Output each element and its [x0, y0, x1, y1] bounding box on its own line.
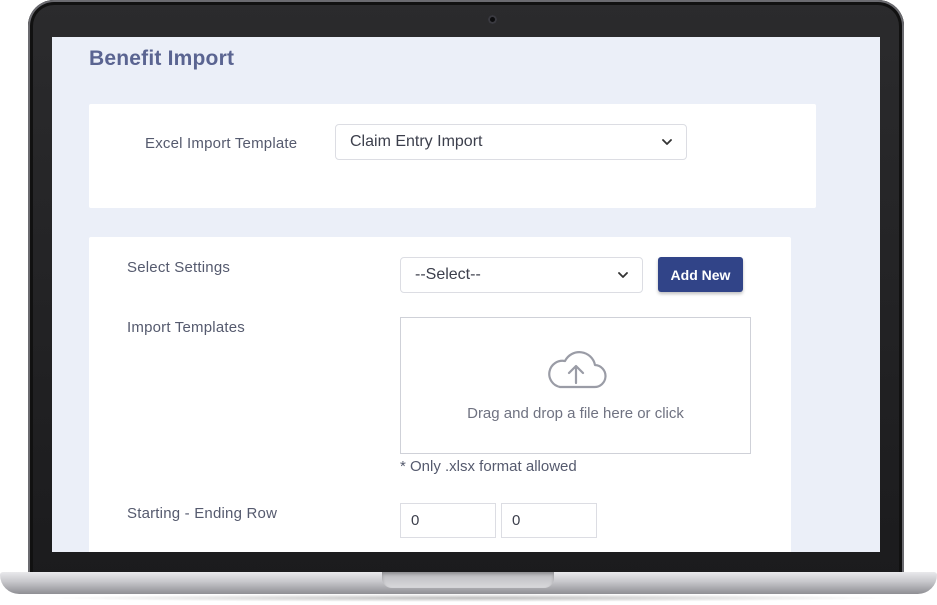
laptop-notch [382, 572, 554, 588]
row-range-label: Starting - Ending Row [127, 505, 278, 522]
excel-template-label: Excel Import Template [145, 135, 298, 152]
page-title: Benefit Import [89, 47, 235, 70]
ending-row-input[interactable]: 0 [501, 503, 597, 538]
format-hint: * Only .xlsx format allowed [400, 458, 577, 475]
settings-select[interactable]: --Select-- [400, 257, 643, 293]
add-new-button[interactable]: Add New [658, 257, 743, 292]
starting-row-input[interactable]: 0 [400, 503, 496, 538]
chevron-down-icon [662, 139, 672, 145]
laptop-shadow [40, 594, 897, 602]
excel-template-select[interactable]: Claim Entry Import [335, 124, 687, 160]
file-dropzone[interactable]: Drag and drop a file here or click [400, 317, 751, 454]
camera-icon [488, 15, 497, 24]
chevron-down-icon [618, 272, 628, 278]
cloud-upload-icon [547, 351, 607, 389]
import-templates-label: Import Templates [127, 319, 245, 336]
template-card: Excel Import Template Claim Entry Import [89, 104, 816, 208]
excel-template-selected: Claim Entry Import [350, 133, 483, 150]
select-settings-label: Select Settings [127, 259, 231, 276]
settings-selected: --Select-- [415, 266, 481, 283]
dropzone-text: Drag and drop a file here or click [467, 405, 684, 422]
screen: Benefit Import Excel Import Template Cla… [52, 37, 880, 552]
import-settings-card: Select Settings --Select-- Add New Impor… [89, 237, 791, 552]
